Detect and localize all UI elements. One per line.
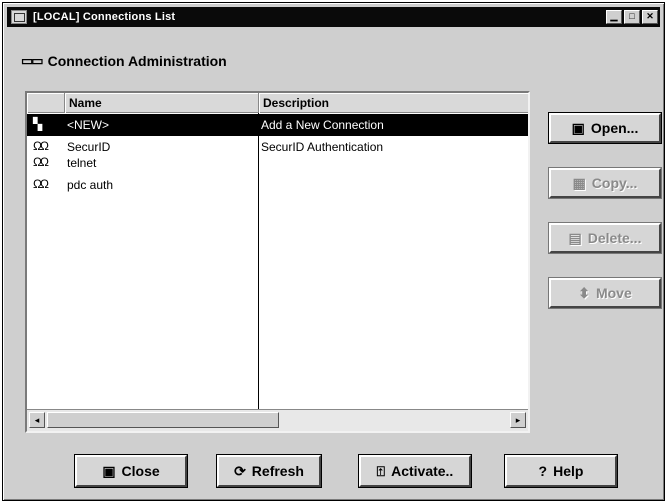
list-row-new[interactable]: ▚ <NEW> Add a New Connection: [27, 114, 528, 136]
help-button[interactable]: ? Help: [504, 454, 618, 488]
connection-icon: ΩΩ: [33, 177, 49, 191]
refresh-label: Refresh: [251, 463, 304, 479]
scroll-left-button[interactable]: ◂: [29, 412, 45, 428]
horizontal-scrollbar[interactable]: ◂ ▸: [27, 409, 528, 431]
help-label: Help: [553, 463, 584, 479]
section-title: Connection Administration: [47, 53, 227, 69]
list-rows: ▚ <NEW> Add a New Connection ΩΩ SecurID …: [27, 114, 528, 198]
delete-button[interactable]: ▤ Delete...: [548, 222, 662, 254]
copy-label: Copy...: [591, 175, 638, 191]
list-row-telnet[interactable]: ΩΩ telnet: [27, 152, 528, 176]
help-icon: ?: [538, 463, 548, 479]
column-header-description[interactable]: Description: [259, 93, 529, 113]
copy-button[interactable]: ▦ Copy...: [548, 167, 662, 199]
minimize-button[interactable]: ▁: [606, 10, 622, 24]
connection-icon: ΩΩ: [33, 155, 49, 169]
open-button[interactable]: ▣ Open...: [548, 112, 662, 144]
list-row-pdc-auth[interactable]: ΩΩ pdc auth: [27, 174, 528, 198]
open-icon: ▣: [571, 119, 585, 136]
activate-label: Activate..: [391, 463, 454, 479]
close-window-button[interactable]: ✕: [642, 10, 658, 24]
move-icon: ⬍: [578, 284, 590, 301]
row-name: telnet: [67, 156, 97, 170]
scroll-right-button[interactable]: ▸: [510, 412, 526, 428]
maximize-button[interactable]: □: [624, 10, 640, 24]
activate-icon: ⍐: [376, 462, 386, 479]
title-bar[interactable]: [LOCAL] Connections List ▁ □ ✕: [7, 7, 660, 27]
connection-icon: ΩΩ: [33, 139, 49, 153]
close-button[interactable]: ▣ Close: [74, 454, 188, 488]
connections-list[interactable]: Name Description ▚ <NEW> Add a New Conne…: [25, 91, 530, 433]
move-label: Move: [595, 285, 632, 301]
activate-button[interactable]: ⍐ Activate..: [358, 454, 472, 488]
refresh-button[interactable]: ⟳ Refresh: [216, 454, 322, 488]
close-label: Close: [121, 463, 160, 479]
new-connection-icon: ▚: [33, 117, 42, 131]
column-header-name[interactable]: Name: [65, 93, 259, 113]
copy-icon: ▦: [572, 174, 586, 191]
delete-label: Delete...: [587, 230, 642, 246]
row-name: <NEW>: [67, 118, 110, 132]
window-controls: ▁ □ ✕: [606, 10, 658, 24]
column-header-icon[interactable]: [27, 93, 65, 113]
section-header: ▭▭ Connection Administration: [21, 51, 227, 71]
refresh-icon: ⟳: [234, 462, 246, 479]
open-label: Open...: [590, 120, 639, 136]
scroll-thumb[interactable]: [47, 412, 279, 428]
delete-icon: ▤: [568, 229, 582, 246]
move-button[interactable]: ⬍ Move: [548, 277, 662, 309]
row-description: Add a New Connection: [261, 118, 384, 132]
window-title: [LOCAL] Connections List: [33, 11, 176, 23]
column-headers: Name Description: [27, 93, 528, 113]
connections-list-window: [LOCAL] Connections List ▁ □ ✕ ▭▭ Connec…: [2, 2, 665, 501]
close-icon: ▣: [102, 462, 116, 479]
app-icon: [11, 10, 27, 24]
row-name: pdc auth: [67, 178, 114, 192]
connection-admin-icon: ▭▭: [21, 53, 44, 68]
